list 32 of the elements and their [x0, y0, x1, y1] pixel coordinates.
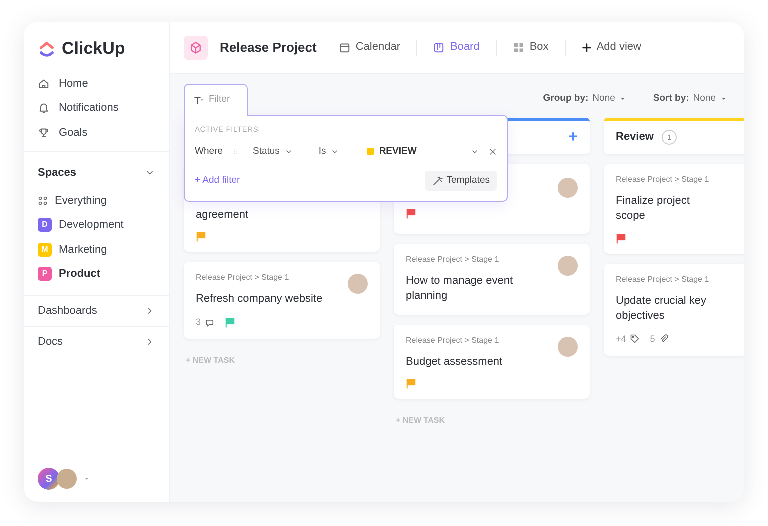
space-avatar: M: [38, 242, 52, 257]
space-avatar: P: [38, 267, 52, 282]
project-title: Release Project: [220, 38, 317, 57]
space-avatar: D: [38, 218, 52, 232]
space-label: Marketing: [59, 242, 108, 258]
task-breadcrumb: Release Project > Stage 1: [406, 334, 500, 347]
task-title: How to manage event planning: [406, 274, 514, 304]
logo-text: ClickUp: [62, 38, 126, 60]
nav-label: Goals: [59, 126, 88, 140]
meta-count: 5: [650, 332, 656, 346]
task-title: Refresh company website: [196, 292, 324, 308]
section-title: Spaces: [38, 166, 77, 181]
meta-count: 3: [196, 316, 202, 329]
status-value: REVIEW: [379, 144, 417, 159]
task-breadcrumb: Release Project > Stage 1: [406, 254, 500, 266]
task-breadcrumb: Release Project > Stage 1: [616, 274, 710, 286]
task-title: Finalize project scope: [616, 194, 691, 224]
filter-label: Where: [195, 144, 223, 159]
nav-label: Notifications: [59, 101, 119, 116]
section-label: Dashboards: [38, 304, 98, 318]
space-label: Development: [59, 218, 124, 233]
task-breadcrumb: Release Project > Stage 1: [196, 272, 290, 284]
task-title: Update crucial key objectives: [616, 294, 708, 324]
space-label: Product: [59, 267, 101, 282]
column-title: Review: [616, 130, 654, 146]
task-title: Budget assessment: [406, 354, 504, 370]
task-title: agreement: [196, 208, 250, 223]
space-label: Everything: [55, 194, 107, 208]
nav-label: Home: [59, 76, 88, 92]
meta-count: +4: [616, 332, 626, 346]
section-label: Docs: [38, 335, 64, 350]
task-breadcrumb: Release Project > Stage 1: [616, 174, 710, 186]
